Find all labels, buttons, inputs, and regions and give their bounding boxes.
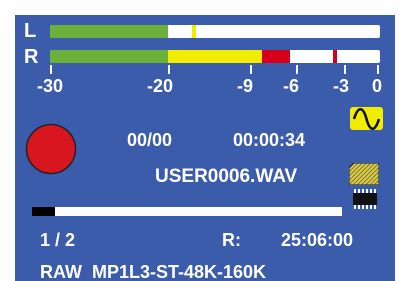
page-indicator: 1 / 2 — [40, 230, 76, 250]
left-level-green — [50, 25, 169, 38]
remaining-label: R: — [222, 230, 241, 250]
sine-wave-icon — [350, 107, 383, 131]
record-indicator-icon — [25, 123, 77, 175]
recording-format: RAW MP1L3-ST-48K-160K — [40, 262, 267, 281]
right-level-green — [50, 50, 169, 63]
file-name: USER0006.WAV — [155, 166, 298, 187]
scale-tick — [344, 65, 346, 74]
file-counter: 00/00 — [127, 130, 173, 150]
scale-label-minus9: -9 — [237, 76, 254, 96]
left-level-meter — [50, 25, 380, 38]
progress-fill — [32, 207, 56, 216]
left-channel-label: L — [24, 20, 37, 42]
elapsed-time: 00:00:34 — [233, 130, 306, 150]
scale-tick — [168, 65, 170, 74]
right-level-yellow — [168, 50, 262, 63]
recorder-display: L R -30 -20 -9 -6 -3 0 00/00 00:00:34 US… — [15, 15, 395, 281]
right-channel-label: R — [24, 46, 39, 68]
scale-tick — [250, 65, 252, 74]
remaining-time: 25:06:00 — [281, 230, 354, 250]
right-peak-marker — [333, 50, 338, 63]
scale-label-minus3: -3 — [333, 76, 350, 96]
scale-label-minus6: -6 — [283, 76, 300, 96]
right-level-meter — [50, 50, 380, 63]
progress-bar — [32, 207, 342, 216]
right-level-red — [261, 50, 290, 63]
scale-tick — [377, 65, 379, 74]
scale-label-0: 0 — [372, 76, 383, 96]
scale-tick — [296, 65, 298, 74]
memory-chip-icon — [350, 188, 380, 210]
sd-card-icon — [348, 162, 380, 186]
scale-tick — [50, 65, 52, 74]
left-peak-marker — [192, 25, 197, 38]
scale-label-minus30: -30 — [37, 76, 64, 96]
scale-label-minus20: -20 — [147, 76, 174, 96]
